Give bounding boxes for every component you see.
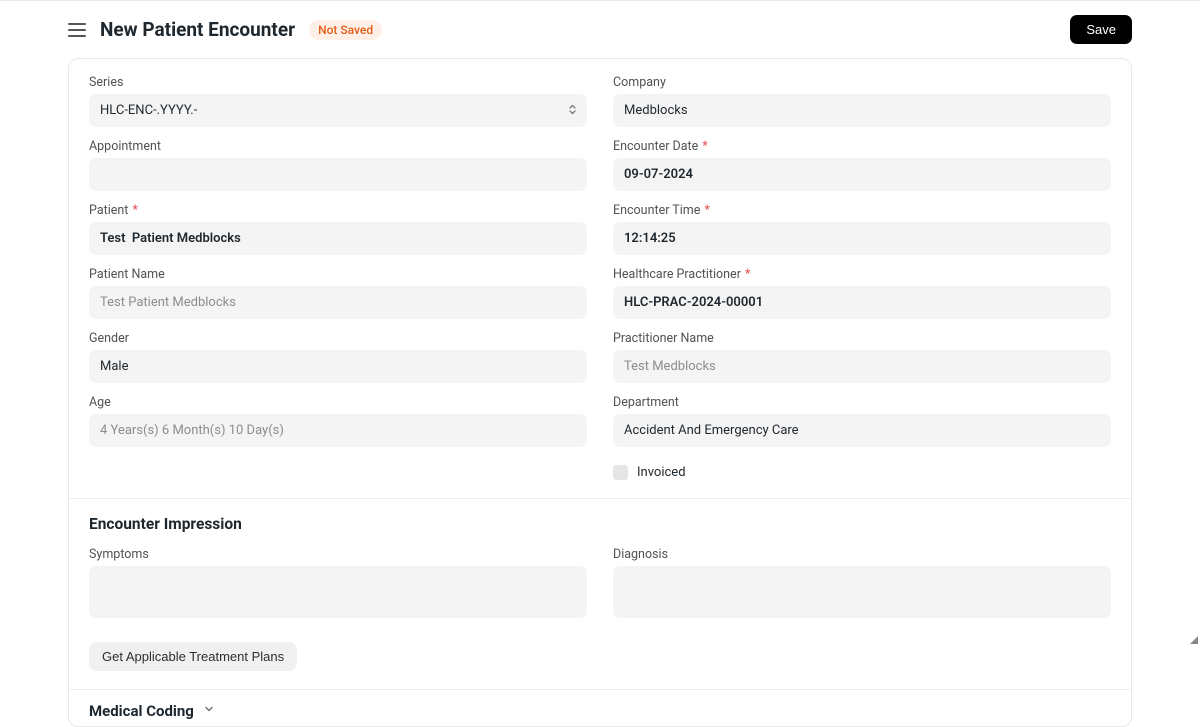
practitioner-name-label: Practitioner Name [613,331,1111,346]
status-badge: Not Saved [309,20,382,40]
gender-label: Gender [89,331,587,346]
invoiced-checkbox[interactable] [613,465,628,480]
practitioner-name-input[interactable] [613,350,1111,383]
age-label: Age [89,395,587,410]
patient-name-input[interactable] [89,286,587,319]
menu-icon[interactable] [68,23,86,37]
encounter-date-label: Encounter Date * [613,139,1111,154]
appointment-label: Appointment [89,139,587,154]
resize-handle-icon [1190,636,1198,644]
appointment-input[interactable] [89,158,587,191]
get-treatment-plans-button[interactable]: Get Applicable Treatment Plans [89,642,297,671]
patient-input[interactable] [89,222,587,255]
medical-coding-title: Medical Coding [89,702,194,720]
series-select[interactable] [89,94,587,127]
age-input[interactable] [89,414,587,447]
company-label: Company [613,75,1111,90]
healthcare-practitioner-input[interactable] [613,286,1111,319]
form-card: Series Appointment Patient * [68,58,1132,727]
patient-name-label: Patient Name [89,267,587,282]
encounter-time-label: Encounter Time * [613,203,1111,218]
symptoms-label: Symptoms [89,547,587,562]
diagnosis-label: Diagnosis [613,547,1111,562]
patient-label: Patient * [89,203,587,218]
series-label: Series [89,75,587,90]
invoiced-label: Invoiced [637,465,686,480]
encounter-time-input[interactable] [613,222,1111,255]
gender-input[interactable] [89,350,587,383]
encounter-date-input[interactable] [613,158,1111,191]
medical-coding-section[interactable]: Medical Coding [69,690,1131,726]
healthcare-practitioner-label: Healthcare Practitioner * [613,267,1111,282]
company-input[interactable] [613,94,1111,127]
chevron-down-icon [203,703,215,719]
department-input[interactable] [613,414,1111,447]
encounter-impression-title: Encounter Impression [89,515,1111,533]
diagnosis-input[interactable] [613,566,1111,618]
save-button[interactable]: Save [1070,15,1132,44]
page-title: New Patient Encounter [100,18,295,41]
symptoms-input[interactable] [89,566,587,618]
department-label: Department [613,395,1111,410]
